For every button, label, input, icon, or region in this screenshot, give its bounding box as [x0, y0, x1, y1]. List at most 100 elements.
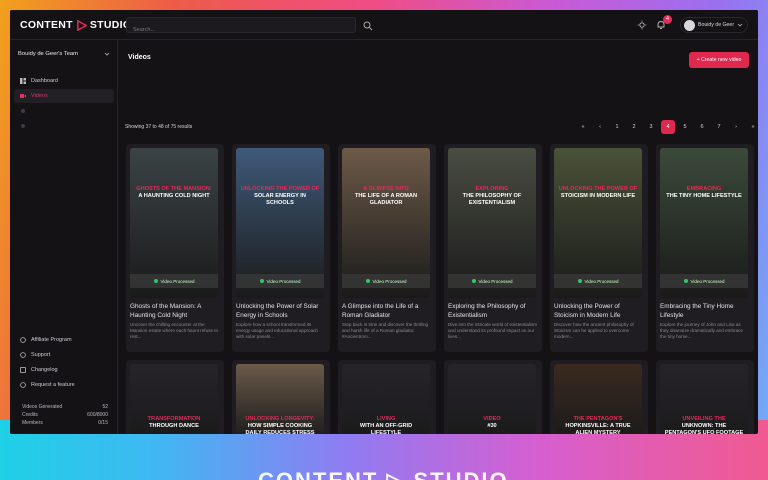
overlay-line-2: A HAUNTING COLD NIGHT: [138, 193, 210, 199]
status-dot-icon: [153, 279, 158, 283]
thumbnail-overlay-text: UNLOCKING LONGEVITY: HOW SIMPLE COOKING D…: [236, 416, 324, 434]
chevron-down-icon: [104, 52, 110, 56]
video-thumbnail[interactable]: LIVING WITH AN OFF-GRID LIFESTYLE: [342, 364, 430, 434]
video-title[interactable]: Exploring the Philosophy of Existentiali…: [448, 302, 538, 320]
status-badge: Video Processed: [130, 274, 218, 288]
video-card[interactable]: LIVING WITH AN OFF-GRID LIFESTYLE: [338, 360, 436, 434]
sidebar-item-hidden-1[interactable]: [14, 104, 114, 118]
page-button[interactable]: 4: [661, 120, 675, 134]
thumbnail-overlay-text: LIVING WITH AN OFF-GRID LIFESTYLE: [342, 416, 430, 434]
thumbnail-overlay-text: UNLOCKING THE POWER OF STOICISM IN MODERN…: [554, 186, 642, 200]
video-thumbnail[interactable]: TRANSFORMATION THROUGH DANCE: [130, 364, 218, 434]
sidebar-item-label: Support: [31, 352, 51, 358]
page-button[interactable]: ‹: [593, 120, 607, 134]
results-count: Showing 37 to 48 of 75 results: [125, 124, 193, 130]
overlay-line-2: THE TINY HOME LIFESTYLE: [666, 193, 742, 199]
page-button[interactable]: «: [576, 120, 590, 134]
team-selector[interactable]: Bouidy de Geer's Team: [18, 48, 110, 60]
sun-icon[interactable]: [637, 20, 647, 30]
page-title: Videos: [128, 54, 151, 61]
page-button[interactable]: 6: [695, 120, 709, 134]
sidebar-bottom-nav: Affiliate Program Support Changelog Requ…: [14, 333, 114, 393]
blank-icon: [21, 124, 25, 128]
video-card[interactable]: THE PENTAGON'S HOPKINSVILLE: A TRUE ALIEN…: [550, 360, 648, 434]
status-dot-icon: [365, 279, 370, 283]
search-input[interactable]: [127, 23, 327, 37]
video-card[interactable]: UNLOCKING THE POWER OF SOLAR ENERGY IN SC…: [232, 144, 330, 352]
search-icon[interactable]: [363, 21, 373, 31]
overlay-line-1: EMBRACING: [686, 186, 722, 192]
status-badge: Video Processed: [660, 274, 748, 288]
page-button[interactable]: 3: [644, 120, 658, 134]
video-thumbnail[interactable]: UNLOCKING LONGEVITY: HOW SIMPLE COOKING D…: [236, 364, 324, 434]
stat-row: Credits 600/8000: [22, 412, 108, 418]
sidebar-item-label: Videos: [31, 93, 48, 99]
create-video-button[interactable]: + Create new video: [689, 52, 749, 68]
overlay-line-2: STOICISM IN MODERN LIFE: [560, 193, 636, 199]
video-card[interactable]: VIDEO #30: [444, 360, 542, 434]
thumbnail-overlay-text: THE PENTAGON'S HOPKINSVILLE: A TRUE ALIEN…: [554, 416, 642, 434]
video-title[interactable]: Unlocking the Power of Solar Energy in S…: [236, 302, 326, 320]
logo[interactable]: CONTENT STUDIO: [20, 19, 131, 31]
video-card[interactable]: UNVEILING THE UNKNOWN: THE PENTAGON'S UFO…: [656, 360, 754, 434]
video-description: Discover how the ancient philosophy of S…: [554, 322, 634, 339]
overlay-line-1: EXPLORING: [475, 186, 509, 192]
chevron-down-icon: [737, 23, 743, 27]
video-card[interactable]: UNLOCKING THE POWER OF STOICISM IN MODERN…: [550, 144, 648, 352]
thumbnail-overlay-text: UNVEILING THE UNKNOWN: THE PENTAGON'S UFO…: [660, 416, 748, 434]
sidebar-item-dashboard[interactable]: Dashboard: [14, 74, 114, 88]
video-title[interactable]: A Glimpse into the Life of a Roman Gladi…: [342, 302, 432, 320]
sidebar-item-request-feature[interactable]: Request a feature: [14, 378, 114, 392]
video-description: Step back in time and discover the thril…: [342, 322, 429, 339]
video-card[interactable]: A GLIMPSE INTO THE LIFE OF A ROMAN GLADIA…: [338, 144, 436, 352]
sidebar-item-changelog[interactable]: Changelog: [14, 363, 114, 377]
video-card[interactable]: EXPLORING THE PHILOSOPHY OF EXISTENTIALIS…: [444, 144, 542, 352]
usage-stats: Videos Generated 52 Credits 600/8000 Membe…: [22, 404, 108, 428]
video-card[interactable]: EMBRACING THE TINY HOME LIFESTYLE Video Pr…: [656, 144, 754, 352]
search-bar: [126, 17, 373, 37]
overlay-line-1: GHOSTS OF THE MANSION:: [136, 186, 212, 192]
page-button[interactable]: »: [746, 120, 758, 134]
logo-text: CONTENT: [20, 19, 73, 31]
page-button[interactable]: ›: [729, 120, 743, 134]
user-menu[interactable]: Bouidy de Geer: [680, 17, 748, 33]
status-dot-icon: [683, 279, 688, 283]
play-icon: [76, 19, 87, 31]
overlay-line-1: UNLOCKING THE POWER OF: [558, 186, 638, 192]
video-title[interactable]: Unlocking the Power of Stoicism in Moder…: [554, 302, 644, 320]
sidebar-item-affiliate[interactable]: Affiliate Program: [14, 333, 114, 347]
video-thumbnail[interactable]: VIDEO #30: [448, 364, 536, 434]
overlay-line-2: HOPKINSVILLE: A TRUE ALIEN MYSTERY: [565, 423, 631, 434]
app-window: CONTENT STUDIO 4 Bouidy de Geer Bouidy d…: [10, 10, 758, 434]
thumbnail-overlay-text: UNLOCKING THE POWER OF SOLAR ENERGY IN SC…: [236, 186, 324, 207]
thumbnail-overlay-text: VIDEO #30: [448, 416, 536, 430]
page-button[interactable]: 1: [610, 120, 624, 134]
status-dot-icon: [471, 279, 476, 283]
video-card[interactable]: UNLOCKING LONGEVITY: HOW SIMPLE COOKING D…: [232, 360, 330, 434]
overlay-line-2: UNKNOWN: THE PENTAGON'S UFO FOOTAGE: [664, 423, 744, 434]
main-content: Videos + Create new video Showing 37 to …: [118, 40, 758, 434]
video-title[interactable]: Ghosts of the Mansion: A Haunting Cold N…: [130, 302, 220, 320]
video-card[interactable]: GHOSTS OF THE MANSION: A HAUNTING COLD NI…: [126, 144, 224, 352]
status-badge: Video Processed: [554, 274, 642, 288]
sidebar-item-hidden-2[interactable]: [14, 119, 114, 133]
footer-brand: CONTENT ▷ STUDIO: [258, 468, 509, 480]
overlay-line-2: THE LIFE OF A ROMAN GLADIATOR: [354, 193, 418, 206]
overlay-line-2: #30: [487, 423, 497, 429]
status-dot-icon: [577, 279, 582, 283]
overlay-line-1: VIDEO: [483, 416, 501, 422]
page-button[interactable]: 5: [678, 120, 692, 134]
sidebar-item-videos[interactable]: Videos: [14, 89, 114, 103]
topbar: CONTENT STUDIO 4 Bouidy de Geer: [10, 10, 758, 40]
video-title[interactable]: Embracing the Tiny Home Lifestyle: [660, 302, 750, 320]
page-button[interactable]: 2: [627, 120, 641, 134]
page-button[interactable]: 7: [712, 120, 726, 134]
video-thumbnail[interactable]: THE PENTAGON'S HOPKINSVILLE: A TRUE ALIEN…: [554, 364, 642, 434]
video-thumbnail[interactable]: UNVEILING THE UNKNOWN: THE PENTAGON'S UFO…: [660, 364, 748, 434]
video-description: Explore how a school transformed its ene…: [236, 322, 318, 339]
overlay-line-1: TRANSFORMATION: [147, 416, 201, 422]
overlay-line-1: UNVEILING THE: [682, 416, 726, 422]
video-card[interactable]: TRANSFORMATION THROUGH DANCE: [126, 360, 224, 434]
sidebar-item-support[interactable]: Support: [14, 348, 114, 362]
video-description: Dive into the intricate world of existen…: [448, 322, 538, 339]
